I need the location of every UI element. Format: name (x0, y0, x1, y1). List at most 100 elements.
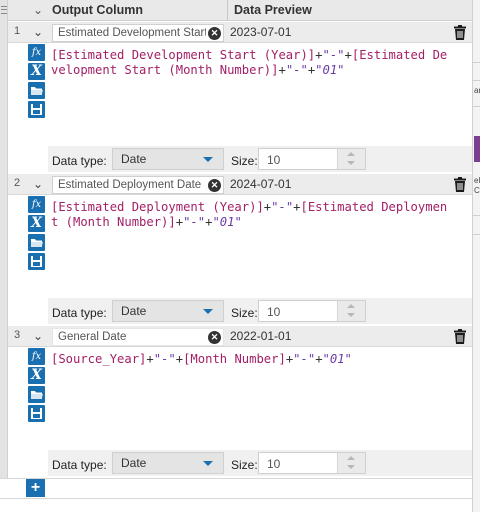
string-literal-token: "-" (293, 352, 316, 366)
string-literal-token: "-" (285, 63, 308, 77)
type-settings-bar: Data type: Date Size: 10 (48, 146, 472, 172)
string-literal-token: "01" (322, 352, 352, 366)
function-fx-icon[interactable]: fx (28, 348, 45, 365)
size-label: Size: (231, 458, 258, 472)
panel-text-fragment: elo (474, 176, 480, 185)
operator-token: + (344, 48, 352, 62)
dropdown-caret-icon (203, 157, 213, 162)
dropdown-caret-icon (203, 309, 213, 314)
size-value: 10 (267, 153, 281, 167)
spin-up-icon[interactable] (347, 152, 355, 156)
data-type-value: Date (121, 304, 147, 318)
collapse-all-chevron-icon[interactable]: ⌄ (28, 0, 48, 21)
size-field[interactable]: 10 (258, 452, 366, 474)
data-type-value: Date (121, 456, 147, 470)
field-reference-token: [Source_Year] (51, 352, 147, 366)
formula-expression-editor[interactable]: [Estimated Development Start (Year)]+"-"… (51, 48, 451, 78)
spin-down-icon[interactable] (347, 313, 355, 317)
size-field[interactable]: 10 (258, 148, 366, 170)
output-column-name: Estimated Development Start (58, 27, 206, 39)
output-column-field[interactable]: General Date ✕ (52, 328, 224, 346)
output-column-name: Estimated Deployment Date (58, 179, 202, 191)
operator-token: + (175, 352, 184, 366)
panel-divider (473, 234, 480, 235)
data-type-dropdown[interactable]: Date (112, 148, 224, 170)
data-type-label: Data type: (52, 306, 107, 320)
save-disk-icon[interactable] (28, 253, 45, 270)
variables-x-icon[interactable]: X (28, 367, 45, 384)
size-label: Size: (231, 154, 258, 168)
function-fx-icon[interactable]: fx (28, 196, 45, 213)
size-spinner[interactable] (337, 149, 365, 169)
operator-token: + (146, 352, 154, 366)
clear-name-icon[interactable]: ✕ (208, 331, 221, 344)
type-settings-bar: Data type: Date Size: 10 (48, 450, 472, 476)
data-type-label: Data type: (52, 154, 107, 168)
formula-row: 2 ⌄ Estimated Deployment Date ✕ 2024-07-… (0, 174, 472, 326)
menu-lines-icon[interactable] (1, 6, 7, 14)
size-spinner[interactable] (337, 453, 365, 473)
variables-x-icon[interactable]: X (28, 215, 45, 232)
output-column-field[interactable]: Estimated Deployment Date ✕ (52, 176, 224, 194)
open-folder-icon[interactable] (28, 234, 45, 251)
formula-toolbar: fx X (28, 196, 46, 272)
spin-up-icon[interactable] (347, 456, 355, 460)
string-literal-token: "-" (183, 215, 206, 229)
formula-row: 3 ⌄ General Date ✕ 2022-01-01 fx X [Sour… (0, 326, 472, 478)
output-column-header[interactable]: Output Column (52, 0, 143, 21)
clear-name-icon[interactable]: ✕ (208, 27, 221, 40)
panel-text-fragment: C (474, 186, 480, 195)
right-side-panel: ar elo C (472, 0, 480, 512)
row-number: 1 (13, 25, 21, 37)
delete-trash-icon[interactable] (454, 329, 466, 344)
row-gutter (0, 174, 8, 326)
row-collapse-chevron-icon[interactable]: ⌄ (28, 22, 48, 43)
field-reference-token: [Estimated Deployment (Year)] (51, 200, 264, 214)
output-column-name: General Date (58, 331, 127, 343)
variables-x-icon[interactable]: X (28, 63, 45, 80)
clear-name-icon[interactable]: ✕ (208, 179, 221, 192)
row-number: 2 (13, 177, 21, 189)
spin-down-icon[interactable] (347, 161, 355, 165)
panel-divider (473, 106, 480, 107)
string-literal-token: "-" (322, 48, 345, 62)
spin-down-icon[interactable] (347, 465, 355, 469)
formula-toolbar: fx X (28, 348, 46, 424)
operator-token: + (315, 352, 323, 366)
data-type-value: Date (121, 152, 147, 166)
formula-expression-editor[interactable]: [Estimated Deployment (Year)]+"-"+[Estim… (51, 200, 451, 230)
open-folder-icon[interactable] (28, 386, 45, 403)
function-fx-icon[interactable]: fx (28, 44, 45, 61)
dropdown-caret-icon (203, 461, 213, 466)
formula-expression-editor[interactable]: [Source_Year]+"-"+[Month Number]+"-"+"01… (51, 352, 451, 367)
spin-up-icon[interactable] (347, 304, 355, 308)
data-type-dropdown[interactable]: Date (112, 300, 224, 322)
data-preview-value: 2023-07-01 (230, 25, 292, 39)
operator-token: + (315, 48, 323, 62)
column-divider[interactable] (227, 0, 228, 21)
size-field[interactable]: 10 (258, 300, 366, 322)
formula-toolbar: fx X (28, 44, 46, 120)
save-disk-icon[interactable] (28, 101, 45, 118)
open-folder-icon[interactable] (28, 82, 45, 99)
data-preview-header[interactable]: Data Preview (234, 0, 312, 21)
size-spinner[interactable] (337, 301, 365, 321)
field-reference-token: [Month Number] (183, 352, 286, 366)
save-disk-icon[interactable] (28, 405, 45, 422)
size-value: 10 (267, 305, 281, 319)
panel-text-fragment: ar (474, 86, 480, 95)
delete-trash-icon[interactable] (454, 177, 466, 192)
formula-row: 1 ⌄ Estimated Development Start ✕ 2023-0… (0, 22, 472, 174)
add-formula-button[interactable]: + (26, 479, 45, 497)
row-collapse-chevron-icon[interactable]: ⌄ (28, 174, 48, 195)
type-settings-bar: Data type: Date Size: 10 (48, 298, 472, 324)
delete-trash-icon[interactable] (454, 25, 466, 40)
data-preview-value: 2024-07-01 (230, 177, 292, 191)
row-gutter (0, 326, 8, 478)
size-value: 10 (267, 457, 281, 471)
string-literal-token: "01" (212, 215, 242, 229)
string-literal-token: "-" (271, 200, 294, 214)
row-collapse-chevron-icon[interactable]: ⌄ (28, 326, 48, 347)
data-type-dropdown[interactable]: Date (112, 452, 224, 474)
output-column-field[interactable]: Estimated Development Start ✕ (52, 24, 224, 42)
